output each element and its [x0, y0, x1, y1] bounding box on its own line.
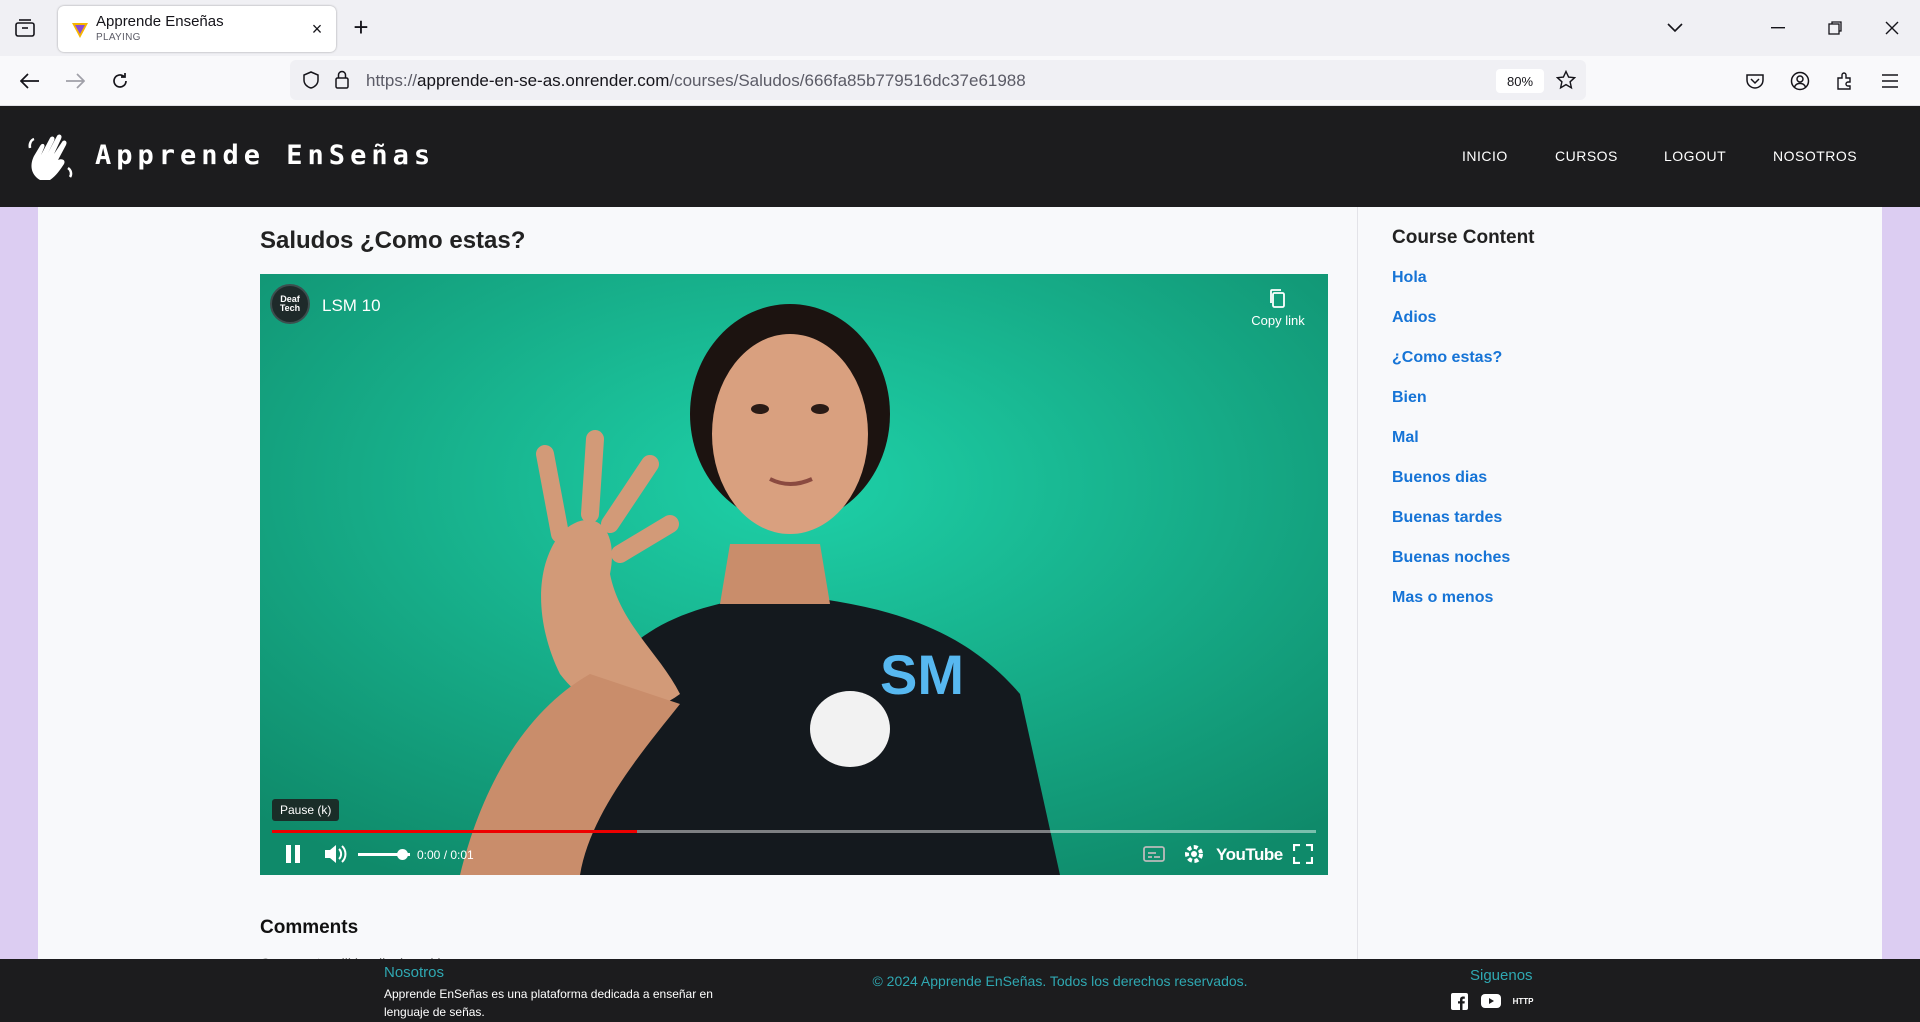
fullscreen-icon[interactable]	[1290, 842, 1316, 866]
footer-copyright: © 2024 Apprende EnSeñas. Todos los derec…	[872, 973, 1248, 989]
volume-icon[interactable]	[322, 842, 348, 866]
pocket-icon[interactable]	[1741, 67, 1769, 95]
youtube-icon[interactable]	[1481, 992, 1501, 1010]
course-item-bien[interactable]: Bien	[1392, 389, 1510, 429]
bookmark-star-icon[interactable]	[1556, 70, 1576, 90]
site-footer: Nosotros Apprende EnSeñas es una platafo…	[0, 959, 1920, 1022]
footer-social-title: Siguenos	[1470, 967, 1533, 984]
address-bar[interactable]: https://apprende-en-se-as.onrender.com/c…	[290, 60, 1586, 100]
youtube-logo[interactable]: YouTube	[1216, 845, 1283, 865]
tab-list-icon[interactable]	[12, 16, 38, 40]
extensions-puzzle-icon[interactable]	[1831, 67, 1859, 95]
browser-tab-bar: Apprende Enseñas PLAYING × +	[0, 0, 1920, 56]
account-icon[interactable]	[1786, 67, 1814, 95]
app-menu-icon[interactable]	[1876, 67, 1904, 95]
footer-about-title: Nosotros	[384, 964, 445, 981]
video-player[interactable]: SM Deaf Tech LSM 10 Copy link Pause (k)	[260, 274, 1328, 875]
copy-link-button[interactable]: Copy link	[1238, 288, 1318, 328]
site-brand[interactable]: Apprende EnSeñas	[95, 140, 435, 171]
course-item-mas-o-menos[interactable]: Mas o menos	[1392, 589, 1510, 629]
restore-window-icon[interactable]	[1820, 14, 1850, 42]
copy-link-label: Copy link	[1251, 313, 1305, 328]
site-header: Apprende EnSeñas INICIO CURSOS LOGOUT NO…	[0, 106, 1920, 207]
video-progress-bar[interactable]	[272, 830, 1316, 833]
site-favicon-icon	[72, 23, 88, 38]
course-content-list: Hola Adios ¿Como estas? Bien Mal Buenos …	[1392, 269, 1510, 629]
pause-icon[interactable]	[280, 842, 306, 866]
tab-title: Apprende Enseñas	[96, 13, 224, 30]
lock-icon[interactable]	[334, 70, 350, 89]
course-content-title: Course Content	[1392, 227, 1535, 248]
pause-tooltip: Pause (k)	[272, 799, 340, 821]
browser-nav-bar: https://apprende-en-se-as.onrender.com/c…	[0, 56, 1920, 106]
list-all-tabs-chevron-icon[interactable]	[1660, 14, 1690, 42]
video-title[interactable]: LSM 10	[322, 296, 381, 316]
copy-icon	[1270, 289, 1285, 308]
channel-avatar[interactable]: Deaf Tech	[270, 284, 310, 324]
settings-gear-icon[interactable]	[1181, 842, 1207, 866]
http-website-icon[interactable]: HTTP	[1513, 992, 1534, 1010]
volume-knob[interactable]	[397, 849, 409, 860]
tracking-shield-icon[interactable]	[302, 71, 320, 89]
shirt-logo-text: SM	[880, 643, 964, 706]
course-item-mal[interactable]: Mal	[1392, 429, 1510, 469]
nav-link-logout[interactable]: LOGOUT	[1664, 148, 1726, 164]
nav-link-nosotros[interactable]: NOSOTROS	[1773, 148, 1857, 164]
new-tab-button[interactable]: +	[348, 12, 374, 42]
reload-icon[interactable]	[106, 67, 134, 95]
video-progress-fill	[272, 830, 638, 833]
minimize-window-icon[interactable]	[1763, 14, 1793, 42]
browser-tab[interactable]: Apprende Enseñas PLAYING ×	[58, 6, 336, 52]
forward-arrow-icon[interactable]	[61, 67, 89, 95]
close-window-icon[interactable]	[1877, 14, 1907, 42]
subtitles-icon[interactable]	[1141, 842, 1167, 866]
nav-link-cursos[interactable]: CURSOS	[1555, 148, 1618, 164]
zoom-level-badge[interactable]: 80%	[1496, 69, 1544, 93]
course-item-buenos-dias[interactable]: Buenos dias	[1392, 469, 1510, 509]
course-item-hola[interactable]: Hola	[1392, 269, 1510, 309]
video-controls: 0:00 / 0:01 YouTube	[260, 834, 1328, 874]
video-time: 0:00 / 0:01	[417, 848, 474, 862]
lesson-title: Saludos ¿Como estas?	[260, 227, 526, 254]
footer-about-text: Apprende EnSeñas es una plataforma dedic…	[384, 987, 713, 1019]
course-item-adios[interactable]: Adios	[1392, 309, 1510, 349]
course-item-buenas-tardes[interactable]: Buenas tardes	[1392, 509, 1510, 549]
course-item-buenas-noches[interactable]: Buenas noches	[1392, 549, 1510, 589]
web-page: Apprende EnSeñas INICIO CURSOS LOGOUT NO…	[0, 106, 1920, 1022]
url-text[interactable]: https://apprende-en-se-as.onrender.com/c…	[366, 71, 1026, 91]
back-arrow-icon[interactable]	[16, 67, 44, 95]
lesson-column: Saludos ¿Como estas? SM Deaf Tech LSM 10…	[260, 207, 1358, 1022]
tab-close-icon[interactable]: ×	[308, 19, 326, 39]
video-frame: SM	[260, 274, 1328, 875]
course-item-como-estas[interactable]: ¿Como estas?	[1392, 349, 1510, 389]
facebook-icon[interactable]	[1449, 992, 1469, 1010]
comments-heading: Comments	[260, 917, 359, 938]
nav-link-inicio[interactable]: INICIO	[1462, 148, 1508, 164]
waving-hand-logo-icon[interactable]	[26, 130, 74, 182]
tab-playing-status: PLAYING	[96, 32, 141, 43]
main-content: Saludos ¿Como estas? SM Deaf Tech LSM 10…	[38, 207, 1882, 1022]
